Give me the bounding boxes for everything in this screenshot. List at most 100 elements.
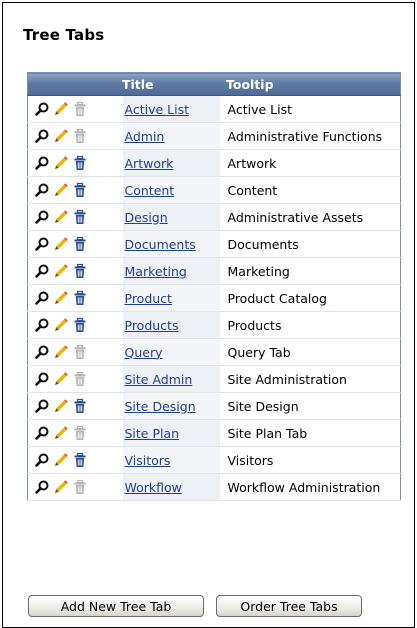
actions-column-header bbox=[27, 72, 122, 96]
trash-can-icon bbox=[72, 128, 88, 144]
pencil-icon[interactable] bbox=[53, 398, 69, 414]
title-cell: Design bbox=[121, 203, 221, 231]
pencil-icon[interactable] bbox=[53, 209, 69, 225]
row-actions bbox=[27, 230, 122, 258]
title-cell: Query bbox=[121, 338, 221, 366]
pencil-icon[interactable] bbox=[53, 344, 69, 360]
tree-tab-title-link[interactable]: Marketing bbox=[123, 264, 187, 279]
magnifier-icon[interactable] bbox=[34, 290, 50, 306]
trash-can-icon[interactable] bbox=[72, 290, 88, 306]
trash-can-icon[interactable] bbox=[72, 263, 88, 279]
title-cell: Product bbox=[121, 284, 221, 312]
title-cell: Site Admin bbox=[121, 365, 221, 393]
row-actions bbox=[27, 284, 122, 312]
trash-can-icon[interactable] bbox=[72, 182, 88, 198]
tooltip-column-header: Tooltip bbox=[220, 72, 401, 96]
table-row: Visitors Visitors bbox=[27, 446, 401, 474]
pencil-icon[interactable] bbox=[53, 425, 69, 441]
pencil-icon[interactable] bbox=[53, 452, 69, 468]
pencil-icon[interactable] bbox=[53, 128, 69, 144]
page-title: Tree Tabs bbox=[23, 26, 105, 44]
table-row: Site Design Site Design bbox=[27, 392, 401, 420]
pencil-icon[interactable] bbox=[53, 479, 69, 495]
trash-can-icon[interactable] bbox=[72, 236, 88, 252]
magnifier-icon[interactable] bbox=[34, 155, 50, 171]
row-actions bbox=[27, 311, 122, 339]
row-actions bbox=[27, 419, 122, 447]
trash-can-icon bbox=[72, 425, 88, 441]
row-actions bbox=[27, 338, 122, 366]
pencil-icon[interactable] bbox=[53, 101, 69, 117]
tooltip-cell: Site Administration bbox=[220, 365, 401, 393]
table-row: Documents Documents bbox=[27, 230, 401, 258]
pencil-icon[interactable] bbox=[53, 182, 69, 198]
tree-tab-title-link[interactable]: Active List bbox=[123, 102, 190, 117]
table-row: Workflow Workflow Administration bbox=[27, 473, 401, 501]
pencil-icon[interactable] bbox=[53, 155, 69, 171]
row-actions bbox=[27, 95, 122, 123]
tree-tabs-panel: Tree Tabs Title Tooltip Active List Activ… bbox=[2, 2, 415, 628]
trash-can-icon[interactable] bbox=[72, 452, 88, 468]
pencil-icon[interactable] bbox=[53, 236, 69, 252]
title-cell: Workflow bbox=[121, 473, 221, 501]
tree-tab-title-link[interactable]: Admin bbox=[123, 129, 165, 144]
table-row: Query Query Tab bbox=[27, 338, 401, 366]
tree-tab-title-link[interactable]: Site Admin bbox=[123, 372, 193, 387]
magnifier-icon[interactable] bbox=[34, 128, 50, 144]
tree-tab-title-link[interactable]: Site Design bbox=[123, 399, 196, 414]
magnifier-icon[interactable] bbox=[34, 452, 50, 468]
row-actions bbox=[27, 392, 122, 420]
tree-tab-title-link[interactable]: Artwork bbox=[123, 156, 174, 171]
tree-tab-title-link[interactable]: Design bbox=[123, 210, 168, 225]
tree-tab-title-link[interactable]: Query bbox=[123, 345, 163, 360]
add-new-tree-tab-button[interactable]: Add New Tree Tab bbox=[28, 595, 204, 617]
tree-tab-title-link[interactable]: Site Plan bbox=[123, 426, 180, 441]
table-row: Content Content bbox=[27, 176, 401, 204]
row-actions bbox=[27, 122, 122, 150]
magnifier-icon[interactable] bbox=[34, 182, 50, 198]
magnifier-icon[interactable] bbox=[34, 101, 50, 117]
row-actions bbox=[27, 176, 122, 204]
title-cell: Visitors bbox=[121, 446, 221, 474]
trash-can-icon[interactable] bbox=[72, 398, 88, 414]
pencil-icon[interactable] bbox=[53, 263, 69, 279]
magnifier-icon[interactable] bbox=[34, 263, 50, 279]
tooltip-cell: Products bbox=[220, 311, 401, 339]
trash-can-icon[interactable] bbox=[72, 317, 88, 333]
magnifier-icon[interactable] bbox=[34, 425, 50, 441]
trash-can-icon[interactable] bbox=[72, 209, 88, 225]
pencil-icon[interactable] bbox=[53, 317, 69, 333]
tree-tab-title-link[interactable]: Workflow bbox=[123, 480, 182, 495]
tooltip-cell: Administrative Assets bbox=[220, 203, 401, 231]
title-cell: Admin bbox=[121, 122, 221, 150]
table-row: Admin Administrative Functions bbox=[27, 122, 401, 150]
pencil-icon[interactable] bbox=[53, 371, 69, 387]
table-row: Marketing Marketing bbox=[27, 257, 401, 285]
table-row: Active List Active List bbox=[27, 95, 401, 123]
magnifier-icon[interactable] bbox=[34, 479, 50, 495]
tree-tab-title-link[interactable]: Documents bbox=[123, 237, 196, 252]
row-actions bbox=[27, 257, 122, 285]
tooltip-cell: Visitors bbox=[220, 446, 401, 474]
magnifier-icon[interactable] bbox=[34, 236, 50, 252]
table-body: Active List Active List Admin Administrativ… bbox=[27, 95, 401, 501]
magnifier-icon[interactable] bbox=[34, 344, 50, 360]
magnifier-icon[interactable] bbox=[34, 317, 50, 333]
magnifier-icon[interactable] bbox=[34, 209, 50, 225]
magnifier-icon[interactable] bbox=[34, 398, 50, 414]
magnifier-icon[interactable] bbox=[34, 371, 50, 387]
tooltip-cell: Product Catalog bbox=[220, 284, 401, 312]
pencil-icon[interactable] bbox=[53, 290, 69, 306]
trash-can-icon bbox=[72, 101, 88, 117]
order-tree-tabs-button[interactable]: Order Tree Tabs bbox=[216, 595, 362, 617]
table-row: Products Products bbox=[27, 311, 401, 339]
trash-can-icon[interactable] bbox=[72, 155, 88, 171]
title-cell: Active List bbox=[121, 95, 221, 123]
tree-tab-title-link[interactable]: Product bbox=[123, 291, 172, 306]
table-row: Design Administrative Assets bbox=[27, 203, 401, 231]
tree-tab-title-link[interactable]: Products bbox=[123, 318, 179, 333]
tree-tab-title-link[interactable]: Content bbox=[123, 183, 175, 198]
tree-tab-title-link[interactable]: Visitors bbox=[123, 453, 171, 468]
row-actions bbox=[27, 473, 122, 501]
tooltip-cell: Content bbox=[220, 176, 401, 204]
